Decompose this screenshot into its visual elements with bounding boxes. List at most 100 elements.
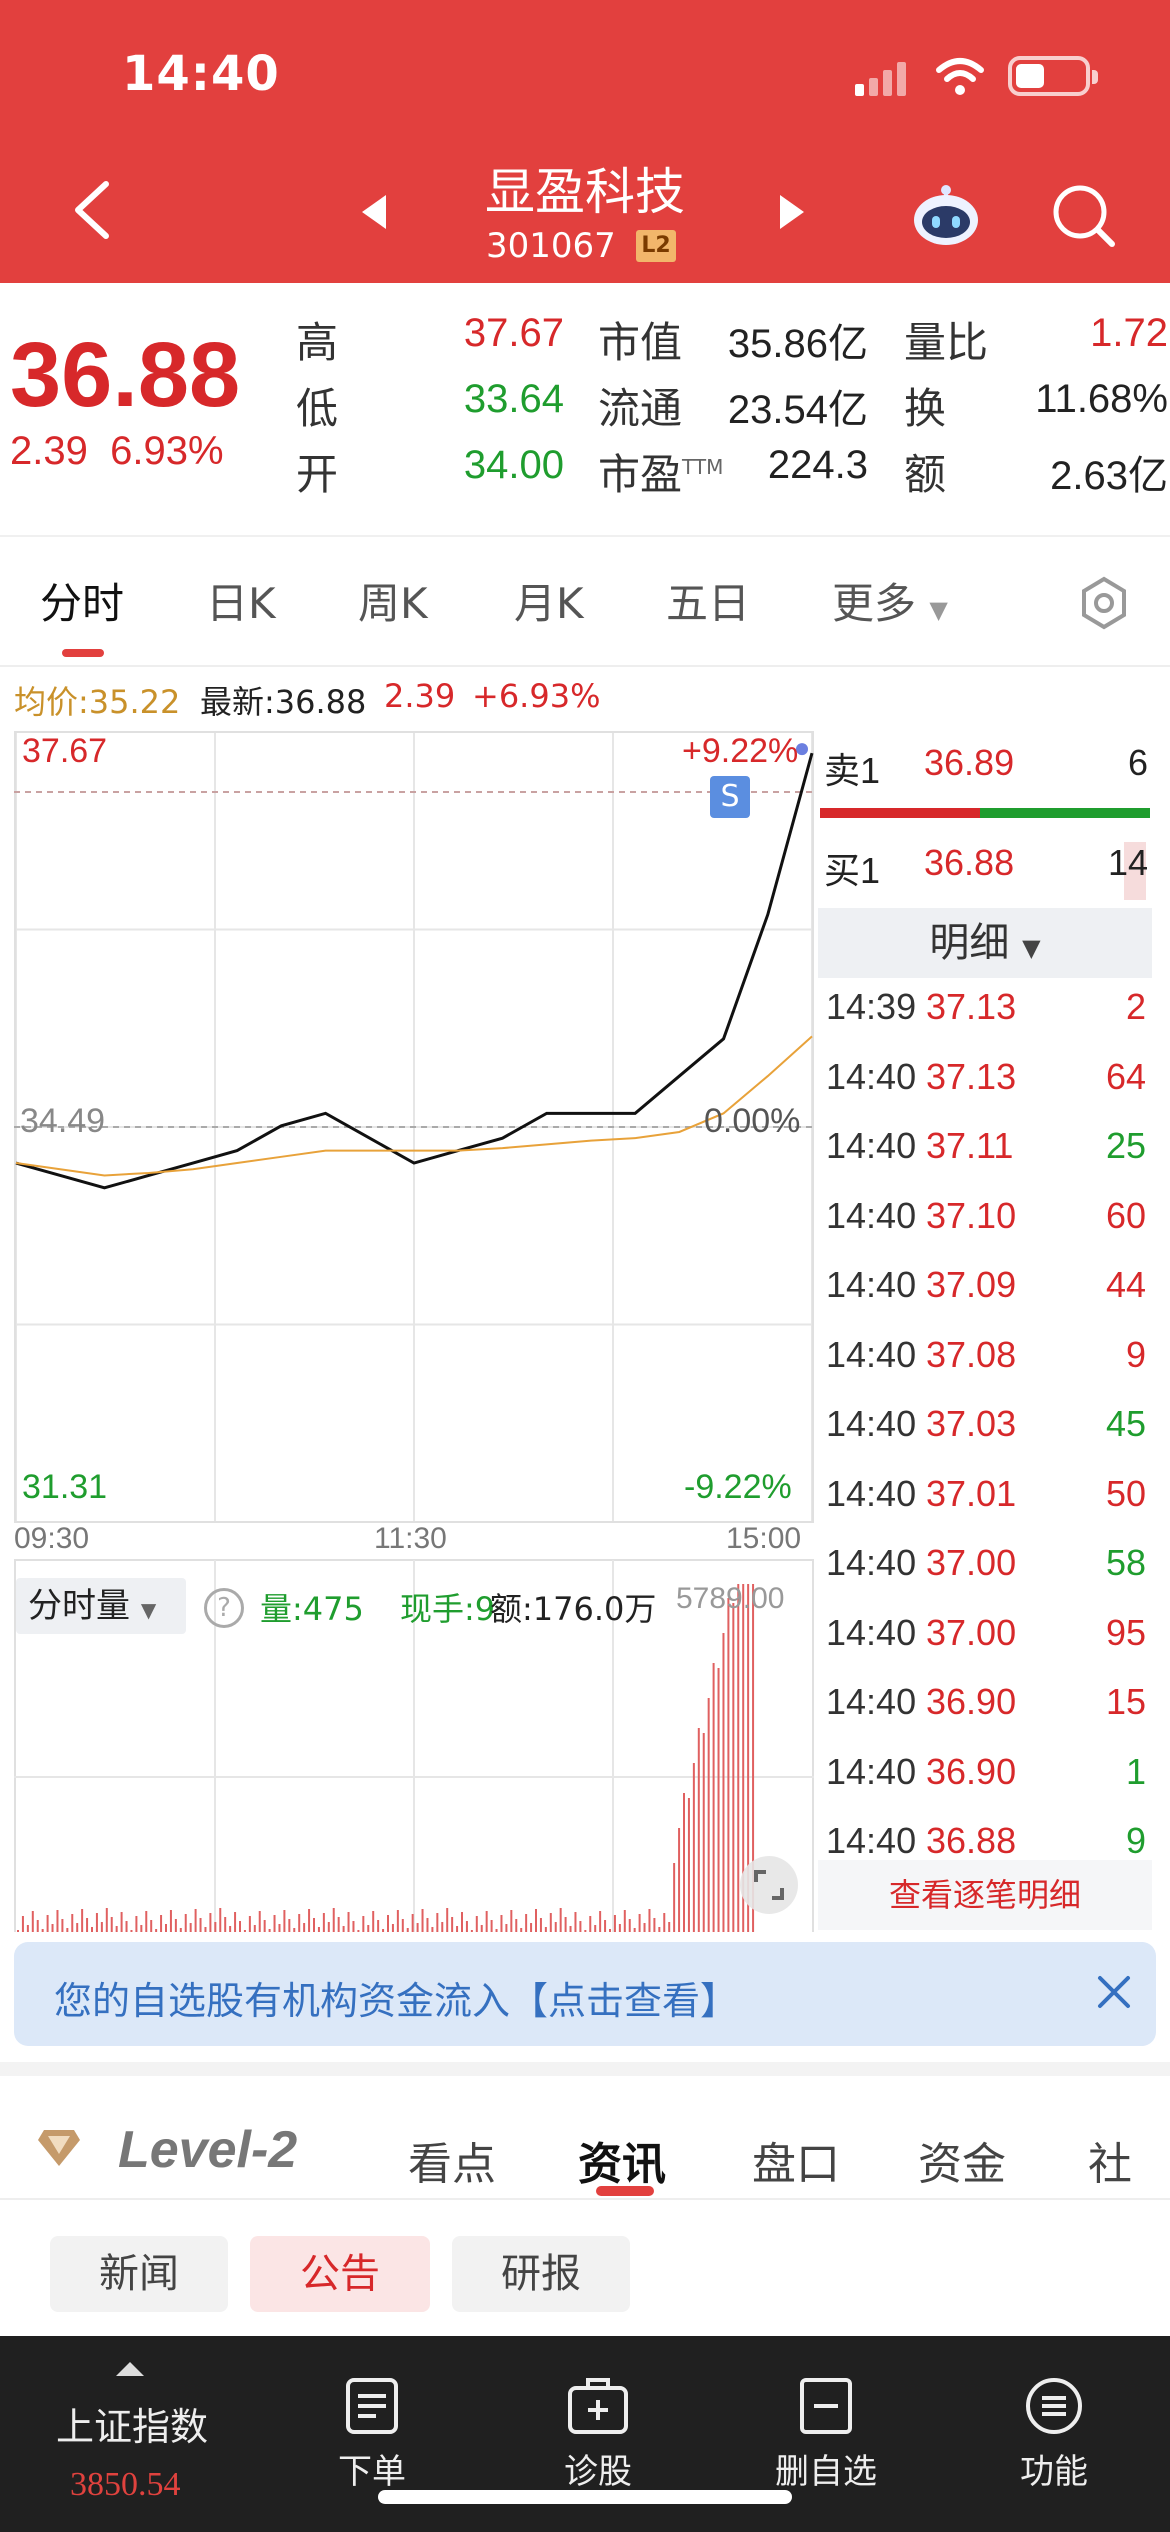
caret-down-icon: ▼: [1022, 934, 1041, 962]
prev-stock-button[interactable]: [358, 193, 394, 231]
tick-volume: 44: [1105, 1264, 1146, 1305]
float-value: 23.54亿: [727, 388, 868, 432]
tab-order-book[interactable]: 盘口: [752, 2128, 840, 2192]
nav-order[interactable]: 下单: [302, 2376, 442, 2493]
tick-time: 14:39: [826, 986, 917, 1027]
change-value: 2.39: [10, 429, 88, 473]
bid-label: 买1: [824, 850, 881, 891]
tick-price: 37.00: [926, 1611, 1017, 1653]
tick-row: 14:40 37.08 9: [818, 1322, 1152, 1386]
help-icon[interactable]: ?: [204, 1588, 244, 1628]
battery-icon: [1008, 56, 1098, 96]
robot-assistant-icon[interactable]: [910, 180, 982, 248]
intraday-chart[interactable]: 37.67 +9.22% 34.49 0.00% 31.31 -9.22% 09…: [14, 722, 814, 1932]
pe-ttm-sup: TTM: [682, 455, 724, 479]
tick-volume: 95: [1105, 1611, 1146, 1653]
tick-price: 37.08: [926, 1333, 1017, 1375]
nav-diagnose[interactable]: 诊股: [528, 2376, 668, 2493]
subtab-news[interactable]: 新闻: [50, 2236, 228, 2312]
y-bot-label: 31.31: [22, 1468, 108, 1506]
tab-weekly-k[interactable]: 周K: [358, 570, 428, 631]
tab-daily-k[interactable]: 日K: [206, 570, 276, 631]
order-book: 卖1 36.89 6 买1 36.88 14 明细 ▼ 14:39 37.13 2 1…: [818, 722, 1152, 1934]
mktcap-value: 35.86亿: [727, 322, 868, 366]
tick-price: 37.00: [926, 1542, 1017, 1583]
latest-price: 最新:36.88: [200, 683, 367, 721]
y-bot-pct-label: -9.22%: [684, 1468, 792, 1506]
subtab-announcements[interactable]: 公告: [250, 2236, 430, 2312]
close-icon[interactable]: [1094, 1972, 1134, 2012]
open-label: 开: [296, 450, 339, 499]
tick-time: 14:40: [826, 1264, 917, 1305]
tick-price: 37.10: [926, 1194, 1017, 1236]
level2-logo[interactable]: Level-2: [118, 2120, 297, 2180]
bid-row: 买1 36.88 14: [818, 832, 1152, 892]
ask-row: 卖1 36.89 6: [818, 732, 1152, 792]
index-widget[interactable]: 上证指数 3850.54: [0, 2336, 260, 2532]
tick-time: 14:40: [826, 1542, 917, 1583]
tick-time: 14:40: [826, 1125, 917, 1166]
banner-text: 您的自选股有机构资金流入【点击查看】: [54, 1979, 739, 2023]
tab-monthly-k[interactable]: 月K: [514, 570, 584, 631]
y-top-pct-label: +9.22%: [682, 732, 799, 770]
tab-more[interactable]: 更多 ▼: [832, 570, 948, 631]
detail-tab[interactable]: 明细 ▼: [818, 908, 1152, 978]
tick-row: 14:40 36.90 15: [818, 1669, 1152, 1733]
tick-price: 37.09: [926, 1264, 1017, 1305]
x-label-noon: 11:30: [374, 1522, 447, 1555]
vol-ratio-value: 1.72: [1090, 311, 1168, 355]
ask-label: 卖1: [824, 750, 881, 791]
tick-row: 14:40 37.00 95: [818, 1600, 1152, 1664]
next-stock-button[interactable]: [772, 193, 808, 231]
search-icon[interactable]: [1050, 182, 1116, 248]
tick-row: 14:40 37.10 60: [818, 1183, 1152, 1247]
buy-power-bar: [820, 808, 980, 818]
tick-time: 14:40: [826, 1194, 917, 1236]
tick-row: 14:40 37.11 25: [818, 1113, 1152, 1177]
settings-icon[interactable]: [1076, 575, 1132, 631]
tab-intraday[interactable]: 分时: [40, 570, 124, 631]
menu-circle-icon: [1026, 2378, 1082, 2434]
low-label: 低: [296, 384, 339, 433]
tick-volume: 9: [1125, 1333, 1146, 1375]
high-label: 高: [296, 318, 339, 367]
tick-volume: 60: [1105, 1194, 1146, 1236]
tick-price: 37.11: [926, 1125, 1014, 1166]
cellular-signal-icon: [855, 62, 907, 96]
amount-value: 2.63亿: [1050, 454, 1168, 498]
index-name: 上证指数: [56, 2405, 209, 2449]
subtab-research[interactable]: 研报: [452, 2236, 630, 2312]
pe-label: 市盈TTM: [598, 450, 724, 499]
intraday-info-line: 均价:35.22 最新:36.88 2.39 +6.93%: [0, 665, 1170, 721]
expand-icon[interactable]: [740, 1856, 798, 1914]
tab-fund-flow[interactable]: 资金: [918, 2128, 1006, 2192]
nav-functions[interactable]: 功能: [984, 2376, 1124, 2493]
tab-news-info[interactable]: 资讯: [578, 2128, 666, 2192]
fund-flow-banner[interactable]: 您的自选股有机构资金流入【点击查看】: [14, 1942, 1156, 2046]
pe-value: 224.3: [767, 443, 868, 487]
tab-underline: [596, 2186, 654, 2196]
tick-volume: 50: [1105, 1472, 1146, 1514]
tick-row: 14:39 37.13 2: [818, 974, 1152, 1038]
view-all-ticks-button[interactable]: 查看逐笔明细: [818, 1860, 1152, 1930]
tick-price: 37.13: [926, 986, 1017, 1027]
stock-name: 显盈科技: [485, 163, 685, 221]
back-button[interactable]: [66, 178, 122, 242]
tab-highlights[interactable]: 看点: [408, 2128, 496, 2192]
index-value: 3850.54: [70, 2466, 181, 2503]
sell-marker[interactable]: S: [710, 776, 750, 818]
tab-five-day[interactable]: 五日: [666, 570, 750, 631]
minus-box-icon: [800, 2378, 852, 2434]
price-change: 2.39 6.93%: [10, 429, 224, 474]
current-price: 36.88: [10, 324, 241, 426]
vol-ratio-label: 量比: [904, 318, 989, 367]
current-hand: 现手:9: [400, 1590, 496, 1628]
status-time: 14:40: [122, 46, 280, 102]
section-divider: [0, 2062, 1170, 2076]
change-percent: 6.93%: [110, 429, 224, 473]
nav-remove-watchlist[interactable]: 删自选: [756, 2376, 896, 2493]
volume-value: 量:475: [260, 1590, 364, 1628]
volume-type-select[interactable]: 分时量 ▼: [16, 1578, 186, 1634]
medical-kit-icon: [568, 2378, 628, 2434]
tick-row: 14:40 37.13 64: [818, 1044, 1152, 1108]
